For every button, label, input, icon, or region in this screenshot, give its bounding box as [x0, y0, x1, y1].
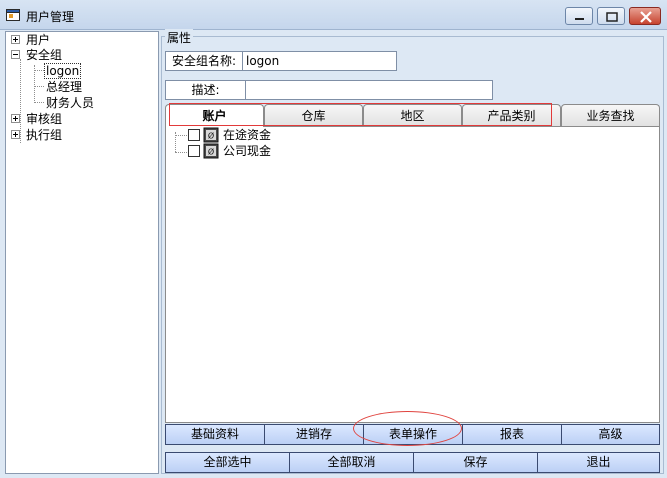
tree-node-logon[interactable]: logon: [44, 63, 82, 79]
tree-node-general-manager[interactable]: 总经理: [46, 79, 82, 95]
tree-connector: [175, 152, 187, 153]
group-name-input[interactable]: logon: [242, 51, 397, 71]
item-checkbox[interactable]: [188, 145, 200, 157]
group-tree[interactable]: 用户 安全组 logon 总经理 财务人员 审核组 执行组: [5, 31, 159, 474]
tree-node-label: 财务人员: [46, 96, 95, 110]
tree-connector: [34, 70, 44, 71]
title-bar: 用户管理: [0, 0, 667, 30]
select-all-button[interactable]: 全部选中: [165, 452, 290, 473]
highlight-rectangle: [169, 103, 552, 126]
basic-data-button[interactable]: 基础资料: [165, 424, 265, 445]
account-item-icon: Ø: [203, 127, 219, 143]
collapse-icon[interactable]: [11, 50, 20, 59]
expand-icon[interactable]: [11, 35, 20, 44]
window-title: 用户管理: [26, 10, 75, 24]
minimize-icon: [575, 18, 584, 20]
tree-node-finance-staff[interactable]: 财务人员: [46, 95, 94, 111]
inventory-button[interactable]: 进销存: [264, 424, 364, 445]
deselect-all-button[interactable]: 全部取消: [289, 452, 414, 473]
tree-connector: [20, 59, 21, 143]
save-button[interactable]: 保存: [413, 452, 538, 473]
svg-text:Ø: Ø: [208, 147, 214, 157]
group-name-label: 安全组名称:: [165, 51, 243, 71]
close-icon: [640, 11, 652, 23]
item-checkbox[interactable]: [188, 129, 200, 141]
svg-text:Ø: Ø: [208, 131, 214, 141]
maximize-button[interactable]: [597, 7, 625, 25]
tree-connector: [34, 102, 44, 103]
tree-node-label: 用户: [26, 33, 51, 47]
app-icon: [6, 9, 20, 21]
maximize-icon: [606, 12, 618, 22]
description-input[interactable]: [245, 80, 493, 100]
account-item-icon: Ø: [203, 143, 219, 159]
expand-icon[interactable]: [11, 114, 20, 123]
tree-node-label: 审核组: [26, 112, 63, 126]
exit-button[interactable]: 退出: [537, 452, 660, 473]
description-label: 描述:: [165, 80, 246, 100]
tree-connector: [175, 135, 187, 136]
tab-business-lookup[interactable]: 业务查找: [561, 104, 660, 126]
tree-node-label: 总经理: [46, 80, 83, 94]
properties-group-title: 属性: [165, 29, 194, 46]
tab-content-panel: Ø 在途资金 Ø 公司现金: [165, 126, 660, 423]
item-label: 在途资金: [223, 128, 272, 142]
tree-node-label: 执行组: [26, 128, 63, 142]
tree-node-label: 安全组: [26, 48, 63, 62]
close-button[interactable]: [629, 7, 661, 25]
item-label: 公司现金: [223, 144, 272, 158]
minimize-button[interactable]: [565, 7, 593, 25]
advanced-button[interactable]: 高级: [561, 424, 660, 445]
tree-node-label: logon: [44, 63, 82, 79]
tree-connector: [34, 86, 44, 87]
expand-icon[interactable]: [11, 130, 20, 139]
highlight-ellipse: [353, 411, 462, 446]
reports-button[interactable]: 报表: [462, 424, 562, 445]
